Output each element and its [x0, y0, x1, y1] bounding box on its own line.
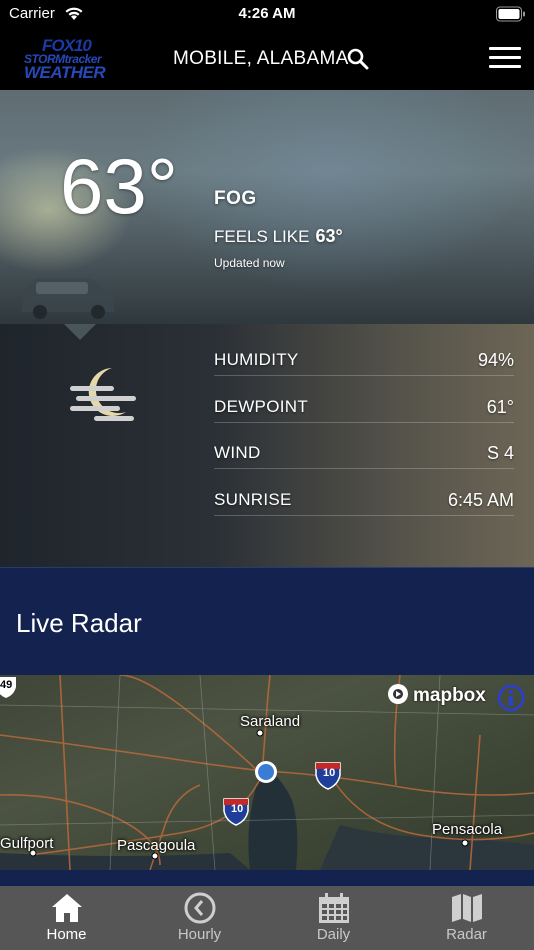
city-label-saraland: Saraland — [240, 713, 301, 730]
location-label[interactable]: MOBILE, ALABAMA — [173, 48, 349, 70]
feels-like: FEELS LIKE 63° — [214, 226, 343, 247]
tab-label: Daily — [316, 926, 351, 943]
updated-label: Updated now — [214, 256, 285, 270]
detail-label: HUMIDITY — [214, 350, 299, 369]
interstate-10-shield-east: 10 — [323, 767, 336, 779]
tab-hourly[interactable]: Hourly — [133, 886, 266, 950]
clock-icon — [184, 892, 215, 924]
condition-label: FOG — [214, 188, 257, 209]
calendar-icon — [318, 893, 349, 923]
detail-row-dewpoint: DEWPOINT 61° — [214, 377, 514, 423]
radar-map[interactable]: 10 10 49 Saraland Gulfport Pascagoula Pe… — [0, 675, 534, 870]
live-radar-header[interactable]: Live Radar — [0, 567, 534, 675]
tab-label: Radar — [446, 926, 487, 943]
fox10-stormtracker-logo[interactable]: FOX10 STORMtracker WEATHER — [22, 36, 122, 82]
detail-value: 61° — [486, 397, 514, 417]
city-label-pascagoula: Pascagoula — [117, 837, 196, 854]
background-car-image — [22, 278, 114, 319]
map-icon — [451, 894, 482, 922]
hamburger-menu-icon[interactable] — [489, 47, 521, 71]
detail-row-humidity: HUMIDITY 94% — [214, 330, 514, 376]
detail-value: S 4 — [486, 443, 514, 463]
fog-moon-icon — [70, 368, 136, 421]
search-icon[interactable] — [347, 48, 369, 70]
city-label-pensacola: Pensacola — [432, 821, 503, 838]
feels-like-label: FEELS LIKE — [214, 227, 310, 246]
radar-footer-bar — [0, 870, 534, 886]
logo-line-3: WEATHER — [24, 63, 106, 82]
detail-row-sunrise: SUNRISE 6:45 AM — [214, 470, 514, 516]
live-radar-title: Live Radar — [16, 608, 142, 638]
status-bar: Carrier 4:26 AM — [0, 0, 534, 30]
detail-label: SUNRISE — [214, 490, 292, 509]
detail-value: 94% — [477, 350, 514, 370]
mapbox-attribution[interactable]: mapbox — [387, 683, 486, 707]
detail-label: DEWPOINT — [214, 397, 309, 416]
panel-notch — [64, 324, 96, 340]
feels-like-value: 63° — [315, 226, 343, 246]
battery-icon — [496, 6, 525, 22]
app-header: FOX10 STORMtracker WEATHER MOBILE, ALABA… — [0, 30, 534, 90]
tab-home[interactable]: Home — [0, 886, 133, 950]
city-label-gulfport: Gulfport — [0, 835, 54, 852]
home-icon — [51, 894, 82, 922]
detail-label: WIND — [214, 443, 261, 462]
info-icon[interactable] — [497, 684, 525, 712]
tab-radar[interactable]: Radar — [400, 886, 533, 950]
route-49-shield: 49 — [0, 679, 13, 691]
tab-label: Hourly — [177, 926, 222, 943]
interstate-10-shield-west: 10 — [231, 803, 244, 815]
tab-daily[interactable]: Daily — [267, 886, 400, 950]
mapbox-label: mapbox — [413, 685, 486, 706]
detail-value: 6:45 AM — [447, 490, 514, 510]
mapbox-logo-icon — [388, 684, 408, 704]
clock-time: 4:26 AM — [238, 5, 296, 22]
detail-row-wind: WIND S 4 — [214, 423, 514, 469]
current-temperature: 63° — [60, 142, 178, 230]
bottom-tab-bar: Home Hourly Daily Radar — [0, 886, 534, 950]
tab-label: Home — [46, 926, 87, 943]
